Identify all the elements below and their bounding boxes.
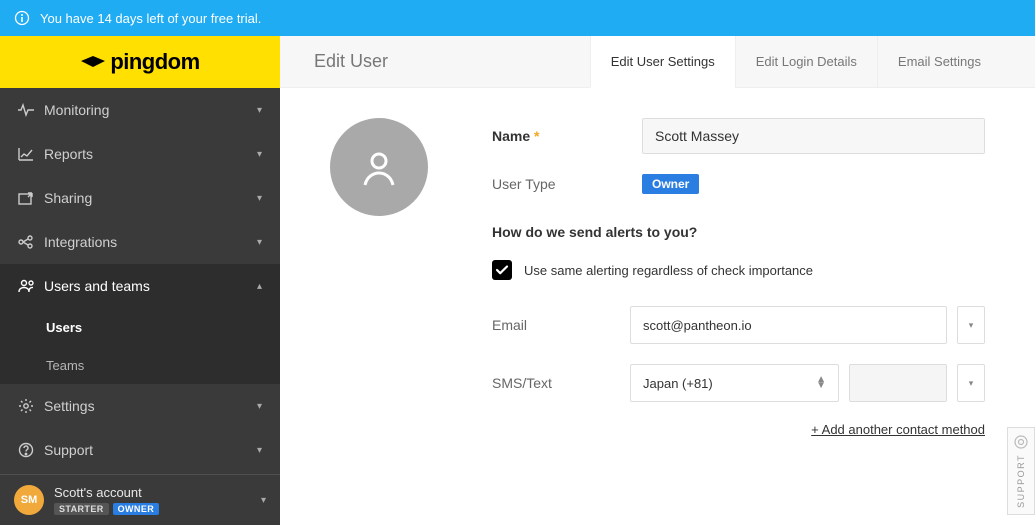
sidebar-subitem-label: Teams	[46, 358, 84, 373]
stepper-icon: ▲▼	[816, 377, 826, 389]
support-side-tab[interactable]: SUPPORT	[1007, 427, 1035, 515]
name-label: Name *	[492, 128, 642, 144]
chevron-up-icon: ▴	[257, 281, 262, 292]
same-alerting-label: Use same alerting regardless of check im…	[524, 263, 813, 278]
check-icon	[495, 263, 509, 277]
sidebar-subitem-teams[interactable]: Teams	[0, 346, 280, 384]
sms-country-value: Japan (+81)	[643, 376, 713, 391]
person-icon	[355, 143, 403, 191]
add-contact-link[interactable]: + Add another contact method	[492, 422, 985, 437]
sidebar-subnav: Users Teams	[0, 308, 280, 384]
share-icon	[18, 191, 44, 205]
account-name: Scott's account	[54, 485, 261, 500]
lifebuoy-icon	[1013, 434, 1029, 450]
same-alerting-checkbox[interactable]	[492, 260, 512, 280]
avatar: SM	[14, 485, 44, 515]
same-alerting-row[interactable]: Use same alerting regardless of check im…	[492, 260, 985, 280]
topbar: Edit User Edit User Settings Edit Login …	[280, 36, 1035, 88]
role-badge: OWNER	[113, 503, 160, 515]
tab-label: Edit Login Details	[756, 54, 857, 69]
chevron-down-icon: ▾	[257, 237, 262, 248]
sidebar-item-label: Monitoring	[44, 102, 257, 118]
sidebar-item-support[interactable]: Support ▾	[0, 428, 280, 472]
email-options-dropdown[interactable]: ▾	[957, 306, 985, 344]
tab-edit-user-settings[interactable]: Edit User Settings	[590, 36, 735, 88]
tabs: Edit User Settings Edit Login Details Em…	[590, 36, 1001, 87]
users-icon	[18, 279, 44, 293]
page-title: Edit User	[314, 51, 590, 72]
chevron-down-icon: ▾	[257, 149, 262, 160]
brand-swoosh-icon	[80, 52, 106, 72]
brand-text: pingdom	[110, 49, 199, 75]
chart-icon	[18, 147, 44, 161]
email-label: Email	[492, 317, 630, 333]
sidebar-item-label: Sharing	[44, 190, 257, 206]
user-type-badge: Owner	[642, 174, 699, 194]
main: Edit User Edit User Settings Edit Login …	[280, 36, 1035, 525]
required-marker: *	[534, 128, 539, 144]
account-switcher[interactable]: SM Scott's account STARTER OWNER ▾	[0, 474, 280, 525]
sidebar-item-label: Support	[44, 442, 257, 458]
sms-phone-input[interactable]	[849, 364, 947, 402]
tab-edit-login-details[interactable]: Edit Login Details	[735, 36, 877, 87]
gear-icon	[18, 398, 44, 414]
name-input[interactable]	[642, 118, 985, 154]
sidebar-item-label: Reports	[44, 146, 257, 162]
sms-options-dropdown[interactable]: ▾	[957, 364, 985, 402]
help-icon	[18, 442, 44, 458]
chevron-down-icon: ▾	[257, 193, 262, 204]
sidebar-subitem-label: Users	[46, 320, 82, 335]
content: Name * User Type Owner How do we send al…	[280, 88, 1035, 525]
sms-label: SMS/Text	[492, 375, 630, 391]
nodes-icon	[18, 235, 44, 249]
tab-email-settings[interactable]: Email Settings	[877, 36, 1001, 87]
sidebar-subitem-users[interactable]: Users	[0, 308, 280, 346]
sidebar: pingdom Monitoring ▾ Reports ▾ Sharing ▾…	[0, 36, 280, 525]
sidebar-item-reports[interactable]: Reports ▾	[0, 132, 280, 176]
chevron-down-icon: ▾	[257, 445, 262, 456]
plan-badge: STARTER	[54, 503, 109, 515]
sidebar-item-sharing[interactable]: Sharing ▾	[0, 176, 280, 220]
sidebar-item-label: Settings	[44, 398, 257, 414]
chevron-down-icon: ▾	[261, 495, 266, 506]
trial-banner: You have 14 days left of your free trial…	[0, 0, 1035, 36]
nav: Monitoring ▾ Reports ▾ Sharing ▾ Integra…	[0, 88, 280, 474]
sidebar-item-integrations[interactable]: Integrations ▾	[0, 220, 280, 264]
sidebar-item-users-teams[interactable]: Users and teams ▴	[0, 264, 280, 308]
sidebar-item-label: Users and teams	[44, 278, 257, 294]
support-tab-label: SUPPORT	[1016, 454, 1026, 508]
brand-bar[interactable]: pingdom	[0, 36, 280, 88]
tab-label: Email Settings	[898, 54, 981, 69]
user-type-label: User Type	[492, 176, 642, 192]
email-input[interactable]	[630, 306, 947, 344]
sidebar-item-label: Integrations	[44, 234, 257, 250]
sms-country-select[interactable]: Japan (+81) ▲▼	[630, 364, 839, 402]
chevron-down-icon: ▾	[257, 105, 262, 116]
alerts-heading: How do we send alerts to you?	[492, 224, 985, 240]
info-icon	[14, 10, 30, 26]
sidebar-item-settings[interactable]: Settings ▾	[0, 384, 280, 428]
avatar-large[interactable]	[330, 118, 428, 216]
account-info: Scott's account STARTER OWNER	[54, 485, 261, 515]
chevron-down-icon: ▾	[257, 401, 262, 412]
sidebar-item-monitoring[interactable]: Monitoring ▾	[0, 88, 280, 132]
pulse-icon	[18, 103, 44, 117]
tab-label: Edit User Settings	[611, 54, 715, 69]
trial-text: You have 14 days left of your free trial…	[40, 11, 261, 26]
